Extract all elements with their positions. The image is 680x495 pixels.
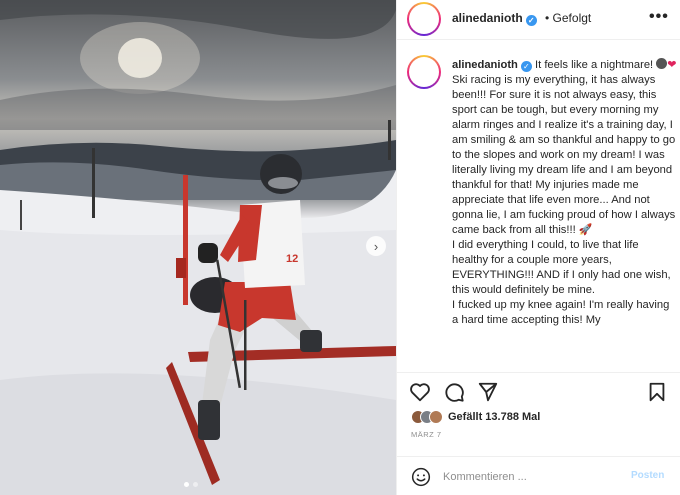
ski-photo-illustration: 12 [0,0,396,495]
caption-username[interactable]: alinedanioth [452,59,518,71]
author-username[interactable]: alinedanioth ✓ [452,11,537,26]
author-avatar[interactable] [407,2,441,36]
save-bookmark-icon[interactable] [646,381,668,403]
post-comment-button[interactable]: Posten [631,470,664,481]
share-send-icon[interactable] [477,381,499,403]
post-actions [397,372,680,412]
comment-input[interactable] [443,467,623,487]
like-heart-icon[interactable] [409,381,431,403]
follow-status-label[interactable]: Gefolgt [553,11,592,25]
carousel-indicator [184,482,198,487]
chevron-right-icon: › [373,238,379,254]
likes-row[interactable]: Gefällt 13.788 Mal [411,407,540,427]
verified-badge-icon: ✓ [525,15,537,26]
svg-text:12: 12 [286,253,298,265]
verified-badge-icon: ✓ [520,61,532,72]
rocket-emoji-icon: 🚀 [578,224,593,236]
comment-icon[interactable] [443,381,465,403]
sad-face-emoji-icon [656,58,668,69]
post-photo[interactable]: 12 › [0,0,396,495]
liker-avatar [429,410,443,424]
carousel-dot [193,482,198,487]
more-options-icon[interactable]: ••• [649,8,669,26]
author-username-text[interactable]: alinedanioth [452,11,523,25]
carousel-dot-active [184,482,189,487]
caption-avatar[interactable] [407,55,441,89]
follow-status[interactable]: • Gefolgt [545,11,591,25]
heart-emoji-icon: ❤ [667,59,677,71]
post-caption: alinedanioth ✓ It feels like a nightmare!… [452,58,677,371]
carousel-next-button[interactable]: › [366,236,386,256]
caption-first-line: It feels like a nightmare! [535,59,654,71]
post-details-panel: alinedanioth ✓ • Gefolgt ••• alinedanioth… [396,0,680,495]
comment-bar: Posten [397,456,680,495]
post-header: alinedanioth ✓ • Gefolgt ••• [397,0,680,40]
caption-body: Ski racing is my everything, it has alwa… [452,74,676,236]
caption-body-continued: I did everything I could, to live that l… [452,239,671,326]
post-date[interactable]: MÄRZ 7 [411,430,442,439]
emoji-smile-icon[interactable] [411,467,431,487]
likes-count[interactable]: Gefällt 13.788 Mal [448,411,540,423]
